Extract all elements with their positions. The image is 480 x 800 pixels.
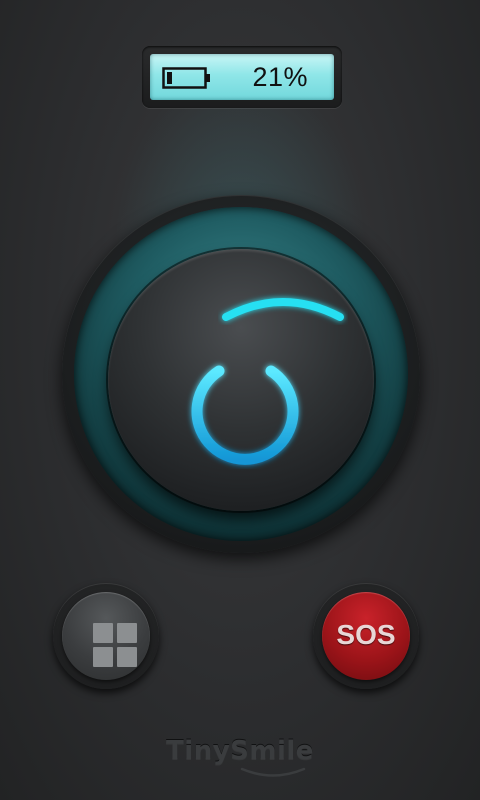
sos-button[interactable]: SOS [313, 583, 419, 689]
sos-button-face: SOS [322, 592, 410, 680]
glow-indicator-icon [222, 298, 344, 321]
power-icon [191, 341, 299, 465]
flashlight-screen: 21% SOS TinySmile [0, 0, 480, 800]
power-button-face [108, 249, 374, 511]
menu-button[interactable] [53, 583, 159, 689]
battery-display: 21% [150, 54, 334, 100]
battery-indicator: 21% [142, 46, 342, 108]
grid-icon [93, 623, 137, 667]
brand-logo: TinySmile [166, 736, 314, 766]
battery-percentage: 21% [252, 62, 308, 92]
battery-icon [162, 67, 210, 89]
power-button-ring [74, 207, 408, 541]
smile-icon [240, 767, 306, 777]
menu-button-face [62, 592, 150, 680]
sos-label: SOS [336, 619, 396, 650]
power-button[interactable] [62, 195, 420, 553]
